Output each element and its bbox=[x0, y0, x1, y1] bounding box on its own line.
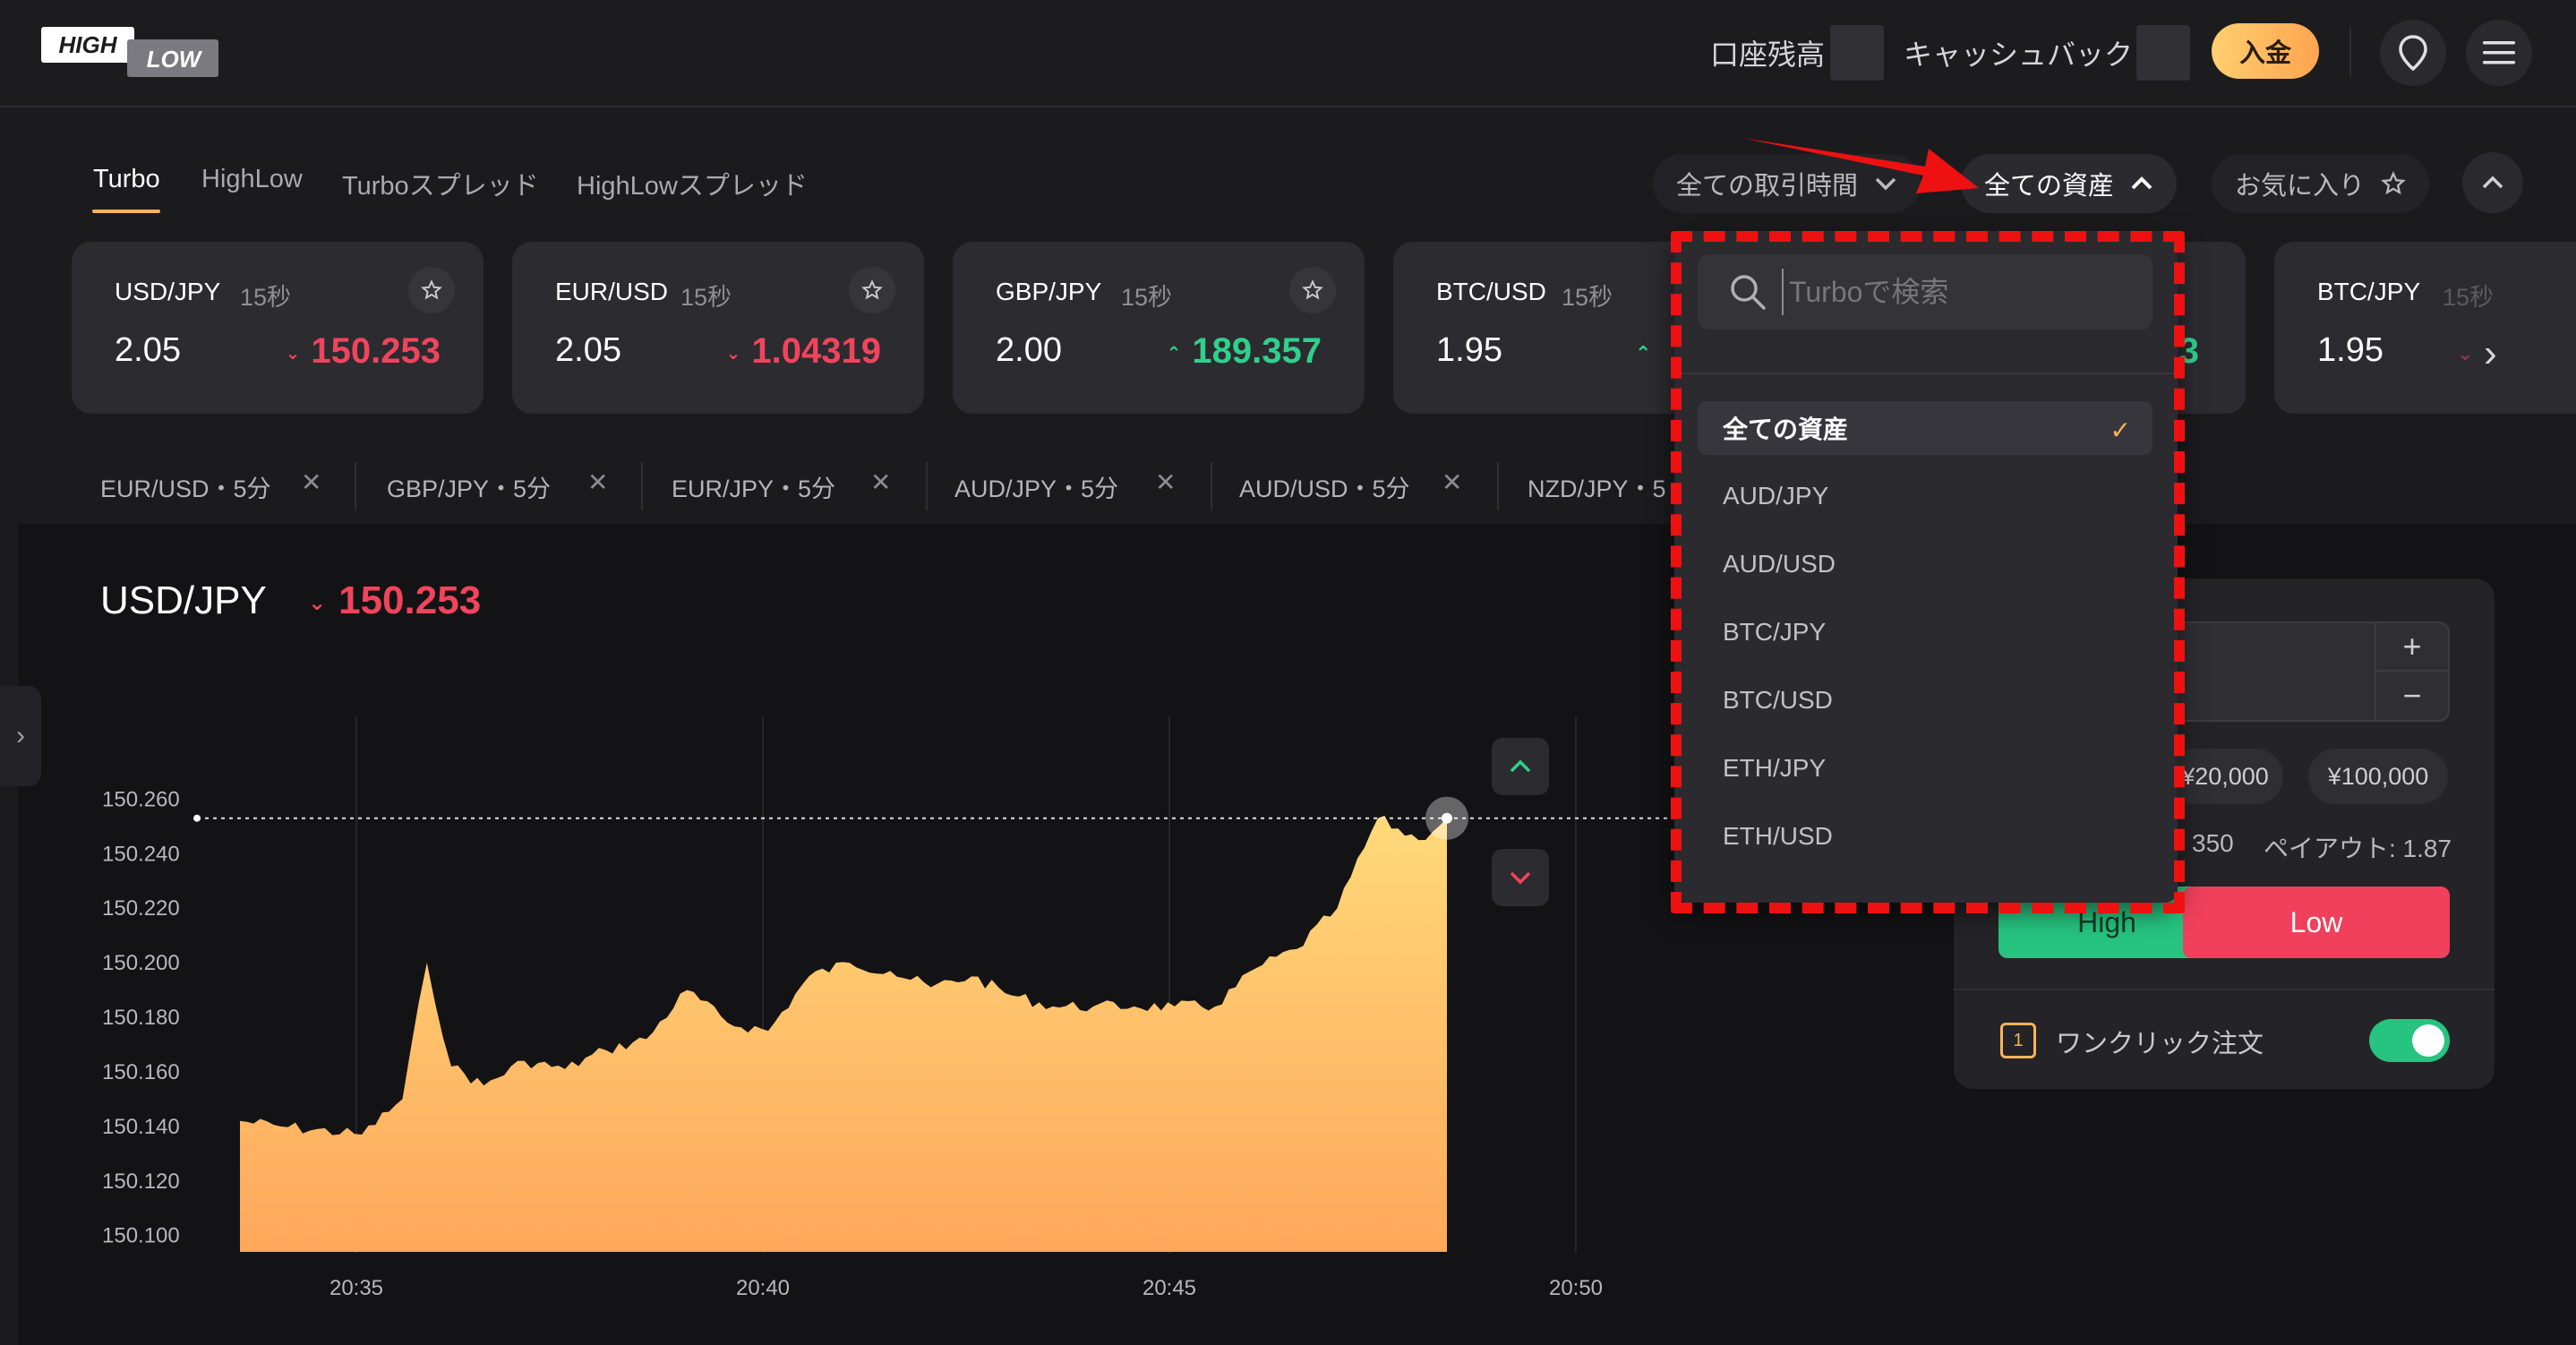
panel-divider bbox=[1954, 989, 2495, 990]
close-icon[interactable]: ✕ bbox=[870, 467, 891, 497]
y-tick-label: 150.180 bbox=[102, 1006, 180, 1030]
card-duration: 15秒 bbox=[1121, 284, 1173, 311]
minus-icon[interactable]: − bbox=[2376, 672, 2448, 720]
star-icon bbox=[1302, 279, 1323, 300]
card-price: ⌄ 150.253 bbox=[285, 331, 441, 371]
chevron-down-icon bbox=[1510, 871, 1531, 885]
chevron-up-icon bbox=[1510, 759, 1531, 773]
close-icon[interactable]: ✕ bbox=[301, 467, 321, 497]
recent-chip[interactable]: AUD/JPY・5分 bbox=[954, 469, 1118, 504]
chart-pair-title: USD/JPY bbox=[100, 578, 267, 622]
recent-chip[interactable]: EUR/USD・5分 bbox=[100, 469, 271, 504]
scroll-down-button[interactable] bbox=[1492, 849, 1549, 906]
recent-chip[interactable]: NZD/JPY・5 bbox=[1528, 469, 1666, 504]
annotation-arrow bbox=[1742, 138, 1979, 193]
toggle-knob bbox=[2412, 1024, 2444, 1057]
star-icon bbox=[421, 279, 442, 300]
x-tick-label: 20:50 bbox=[1549, 1276, 1603, 1300]
recent-chip[interactable]: AUD/USD・5分 bbox=[1239, 469, 1410, 504]
card-duration: 15秒 bbox=[1562, 284, 1613, 311]
card-pair: USD/JPY bbox=[115, 278, 221, 305]
price-area bbox=[240, 815, 1447, 1252]
close-icon[interactable]: ✕ bbox=[1442, 467, 1462, 497]
plus-icon[interactable]: + bbox=[2376, 623, 2448, 672]
card-payout: 1.95 bbox=[1436, 331, 1502, 369]
recent-chip[interactable]: GBP/JPY・5分 bbox=[387, 469, 551, 504]
oneclick-toggle[interactable] bbox=[2369, 1019, 2450, 1062]
y-tick-label: 150.200 bbox=[102, 951, 180, 975]
card-duration: 15秒 bbox=[2443, 284, 2495, 311]
arrow-down-icon: ⌄ bbox=[308, 590, 327, 615]
arrow-up-icon: ⌃ bbox=[1635, 342, 1652, 364]
y-tick-label: 150.120 bbox=[102, 1169, 180, 1194]
card-pair: GBP/JPY bbox=[996, 278, 1102, 305]
card-pair: EUR/USD bbox=[555, 278, 669, 305]
current-price-dot bbox=[1442, 812, 1452, 824]
close-icon[interactable]: ✕ bbox=[587, 467, 608, 497]
recent-chip[interactable]: EUR/JPY・5分 bbox=[672, 469, 835, 504]
card-payout: 2.05 bbox=[555, 331, 621, 369]
card-pair: BTC/USD bbox=[1436, 278, 1546, 305]
payout-amount: 350 bbox=[2192, 829, 2234, 857]
y-tick-label: 150.220 bbox=[102, 896, 180, 921]
arrow-down-icon: ⌄ bbox=[285, 343, 301, 364]
chip-divider bbox=[1211, 462, 1212, 510]
card-payout: 2.00 bbox=[996, 331, 1062, 369]
payout-rate: ペイアウト: 1.87 bbox=[2264, 835, 2452, 862]
chip-divider bbox=[1497, 462, 1499, 510]
chip-divider bbox=[641, 462, 643, 510]
annotation-highlight-box bbox=[1671, 231, 2185, 913]
x-tick-label: 20:35 bbox=[329, 1276, 383, 1300]
star-icon bbox=[861, 279, 883, 300]
scroll-up-button[interactable] bbox=[1492, 738, 1549, 795]
preset-amount-button[interactable]: ¥100,000 bbox=[2308, 749, 2448, 804]
favorite-star-button[interactable] bbox=[408, 267, 455, 313]
y-tick-label: 150.140 bbox=[102, 1115, 180, 1139]
arrow-down-icon: ⌄ bbox=[2457, 342, 2474, 364]
card-duration: 15秒 bbox=[240, 284, 292, 311]
card-payout: 1.95 bbox=[2317, 331, 2383, 369]
card-payout: 2.05 bbox=[115, 331, 181, 369]
price-chart[interactable]: 150.260 150.240 150.220 150.200 150.180 150.1… bbox=[0, 716, 1683, 1325]
y-tick-label: 150.240 bbox=[102, 842, 180, 866]
chevron-right-icon[interactable]: › bbox=[2484, 331, 2497, 376]
chip-divider bbox=[355, 462, 356, 510]
arrow-down-icon: ⌄ bbox=[725, 343, 741, 364]
card-duration: 15秒 bbox=[680, 284, 732, 311]
low-button[interactable]: Low bbox=[2183, 887, 2450, 958]
x-tick-label: 20:40 bbox=[736, 1276, 790, 1300]
chip-divider bbox=[926, 462, 928, 510]
favorite-star-button[interactable] bbox=[849, 267, 895, 313]
close-icon[interactable]: ✕ bbox=[1155, 467, 1176, 497]
card-pair: BTC/JPY bbox=[2317, 278, 2421, 305]
amount-stepper[interactable]: + − bbox=[2375, 623, 2448, 720]
chart-current-price: ⌄ 150.253 bbox=[308, 578, 482, 622]
arrow-up-icon: ⌃ bbox=[1166, 343, 1182, 364]
oneclick-label: ワンクリック注文 bbox=[2056, 1030, 2264, 1058]
oneclick-icon: 1 bbox=[2000, 1023, 2036, 1058]
current-price-start-dot bbox=[193, 814, 201, 822]
x-tick-label: 20:45 bbox=[1143, 1276, 1196, 1300]
card-price: ⌄ 1.04319 bbox=[725, 331, 881, 371]
y-tick-label: 150.260 bbox=[102, 787, 180, 811]
favorite-star-button[interactable] bbox=[1289, 267, 1336, 313]
y-tick-label: 150.100 bbox=[102, 1224, 180, 1248]
card-price: ⌃ 189.357 bbox=[1166, 331, 1322, 371]
y-tick-label: 150.160 bbox=[102, 1060, 180, 1084]
